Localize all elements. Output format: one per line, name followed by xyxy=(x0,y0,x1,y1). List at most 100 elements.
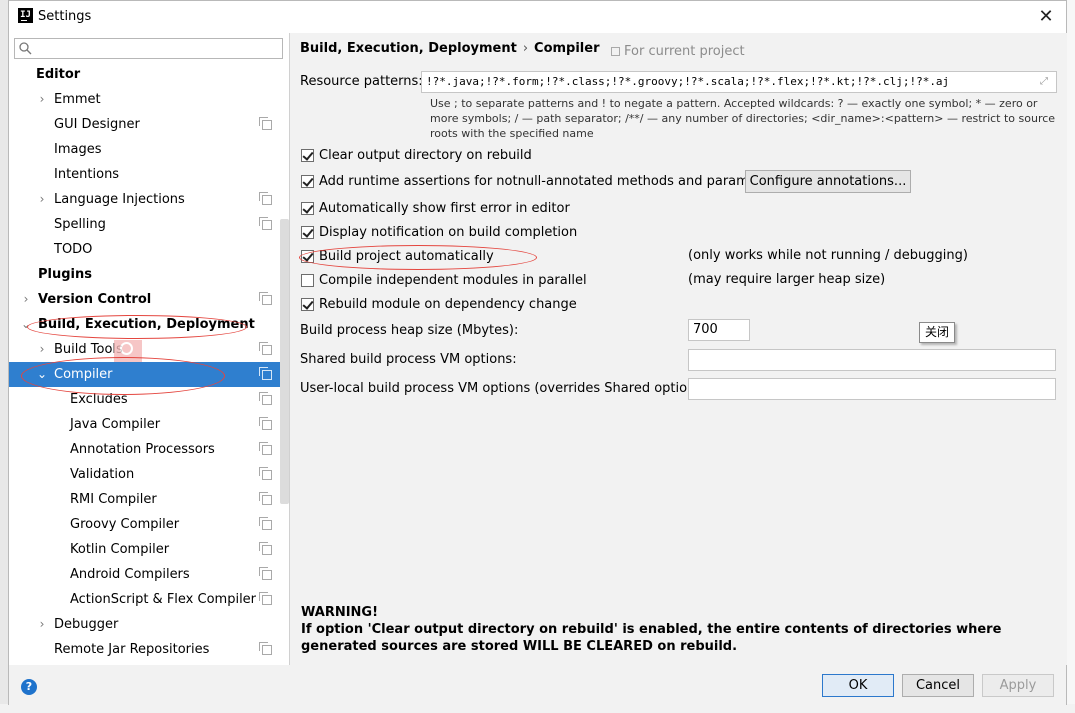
build-automatically-note: (only works while not running / debuggin… xyxy=(688,248,968,263)
tree-item-label: Build Tools xyxy=(54,342,123,357)
checkbox[interactable] xyxy=(301,298,314,311)
tree-item-rmi-compiler[interactable]: RMI Compiler xyxy=(9,487,280,512)
chevron-right-icon[interactable]: › xyxy=(36,187,48,212)
tree-item-label: Intentions xyxy=(54,167,120,182)
tree-item-label: TODO xyxy=(54,242,93,257)
close-icon[interactable]: ✕ xyxy=(1034,5,1058,29)
checkbox[interactable] xyxy=(301,149,314,162)
checkbox-label: Automatically show first error in editor xyxy=(319,201,570,216)
heap-size-input[interactable]: 700 xyxy=(688,319,750,341)
cancel-button[interactable]: Cancel xyxy=(902,674,974,697)
shared-vm-options-label: Shared build process VM options: xyxy=(300,352,517,367)
tree-item-images[interactable]: Images xyxy=(9,137,280,162)
chevron-down-icon[interactable]: ⌄ xyxy=(20,312,32,337)
chevron-right-icon[interactable]: › xyxy=(36,87,48,112)
tree-item-editor[interactable]: Editor xyxy=(9,62,280,87)
tree-item-label: ActionScript & Flex Compiler xyxy=(70,592,257,607)
tree-item-build-execution-deployment[interactable]: ⌄ Build, Execution, Deployment xyxy=(9,312,280,337)
checkbox[interactable] xyxy=(301,250,314,263)
resource-patterns-input[interactable]: !?*.java;!?*.form;!?*.class;!?*.groovy;!… xyxy=(421,71,1057,93)
checkbox-label: Build project automatically xyxy=(319,249,494,264)
title-bar: IJ Settings ✕ xyxy=(9,1,1066,33)
tree-item-spelling[interactable]: Spelling xyxy=(9,212,280,237)
tree-item-kotlin-compiler[interactable]: Kotlin Compiler xyxy=(9,537,280,562)
chevron-right-icon[interactable]: › xyxy=(20,287,32,312)
local-vm-options-input[interactable] xyxy=(688,378,1056,400)
warning-title: WARNING! xyxy=(301,605,379,620)
project-scope-icon xyxy=(259,642,272,655)
project-scope-icon xyxy=(259,517,272,530)
dialog-footer: ? OK Cancel Apply xyxy=(9,665,1066,705)
tree-item-remote-jar-repositories[interactable]: Remote Jar Repositories xyxy=(9,637,280,662)
project-scope-icon xyxy=(259,492,272,505)
tree-item-groovy-compiler[interactable]: Groovy Compiler xyxy=(9,512,280,537)
project-scope-icon xyxy=(259,417,272,430)
configure-annotations-button[interactable]: Configure annotations... xyxy=(745,170,911,193)
tree-item-label: Debugger xyxy=(54,617,119,632)
tree-item-compiler[interactable]: ⌄ Compiler xyxy=(9,362,280,387)
tree-item-java-compiler[interactable]: Java Compiler xyxy=(9,412,280,437)
checkbox[interactable] xyxy=(301,274,314,287)
breadcrumb-separator: › xyxy=(522,41,529,56)
tree-item-todo[interactable]: TODO xyxy=(9,237,280,262)
tree-item-label: Groovy Compiler xyxy=(70,517,180,532)
ok-button[interactable]: OK xyxy=(822,674,894,697)
intellij-app-icon: IJ xyxy=(18,8,33,23)
tree-item-annotation-processors[interactable]: Annotation Processors xyxy=(9,437,280,462)
tree-item-actionscript-flex-compiler[interactable]: ActionScript & Flex Compiler xyxy=(9,587,280,612)
tree-item-android-compilers[interactable]: Android Compilers xyxy=(9,562,280,587)
expand-icon[interactable]: ⤢ xyxy=(1040,76,1052,88)
sidebar-scrollbar[interactable] xyxy=(280,219,289,504)
for-project-text: For current project xyxy=(624,44,745,59)
tree-item-label: RMI Compiler xyxy=(70,492,157,507)
settings-tree: Editor › Emmet GUI Designer Images Inten… xyxy=(9,33,290,665)
tree-item-validation[interactable]: Validation xyxy=(9,462,280,487)
search-icon xyxy=(19,42,32,55)
project-scope-icon xyxy=(259,192,272,205)
tree-item-label: GUI Designer xyxy=(54,117,140,132)
project-scope-icon xyxy=(259,467,272,480)
project-scope-icon xyxy=(259,367,272,380)
chevron-right-icon[interactable]: › xyxy=(36,612,48,637)
project-scope-icon xyxy=(259,592,272,605)
help-icon[interactable]: ? xyxy=(21,679,37,695)
project-scope-icon xyxy=(259,442,272,455)
tree-item-excludes[interactable]: Excludes xyxy=(9,387,280,412)
local-vm-options-label: User-local build process VM options (ove… xyxy=(300,381,712,396)
project-scope-icon xyxy=(611,47,620,56)
chevron-right-icon[interactable]: › xyxy=(36,337,48,362)
tree-item-label: Emmet xyxy=(54,92,101,107)
tree-item-plugins[interactable]: Plugins xyxy=(9,262,280,287)
search-highlight-icon xyxy=(114,340,142,362)
tree-item-build-tools[interactable]: › Build Tools xyxy=(9,337,280,362)
tree-item-debugger[interactable]: › Debugger xyxy=(9,612,280,637)
tree-item-label: Validation xyxy=(70,467,135,482)
tree-item-version-control[interactable]: › Version Control xyxy=(9,287,280,312)
project-scope-icon xyxy=(259,542,272,555)
parallel-compile-note: (may require larger heap size) xyxy=(688,272,886,287)
for-current-project-label: For current project xyxy=(611,44,745,59)
close-tooltip[interactable]: 关闭 xyxy=(919,322,955,343)
project-scope-icon xyxy=(259,342,272,355)
search-input[interactable] xyxy=(14,38,283,59)
tree-item-language-injections[interactable]: › Language Injections xyxy=(9,187,280,212)
background-right xyxy=(1066,0,1075,713)
tree-item-label: Plugins xyxy=(38,267,92,282)
checkbox-label: Display notification on build completion xyxy=(319,225,578,240)
warning-block: WARNING! If option 'Clear output directo… xyxy=(301,604,1061,655)
tree-item-intentions[interactable]: Intentions xyxy=(9,162,280,187)
checkbox-label: Rebuild module on dependency change xyxy=(319,297,577,312)
tree-item-label: Spelling xyxy=(54,217,106,232)
chevron-down-icon[interactable]: ⌄ xyxy=(36,362,48,387)
tree-item-label: Remote Jar Repositories xyxy=(54,642,210,657)
checkbox[interactable] xyxy=(301,226,314,239)
tree-item-emmet[interactable]: › Emmet xyxy=(9,87,280,112)
apply-button[interactable]: Apply xyxy=(982,674,1054,697)
shared-vm-options-input[interactable] xyxy=(688,349,1056,371)
checkbox[interactable] xyxy=(301,202,314,215)
breadcrumb-parent: Build, Execution, Deployment xyxy=(300,41,517,56)
tree-item-label: Annotation Processors xyxy=(70,442,215,457)
tree-item-gui-designer[interactable]: GUI Designer xyxy=(9,112,280,137)
tree-item-label: Compiler xyxy=(54,367,113,382)
checkbox[interactable] xyxy=(301,175,314,188)
